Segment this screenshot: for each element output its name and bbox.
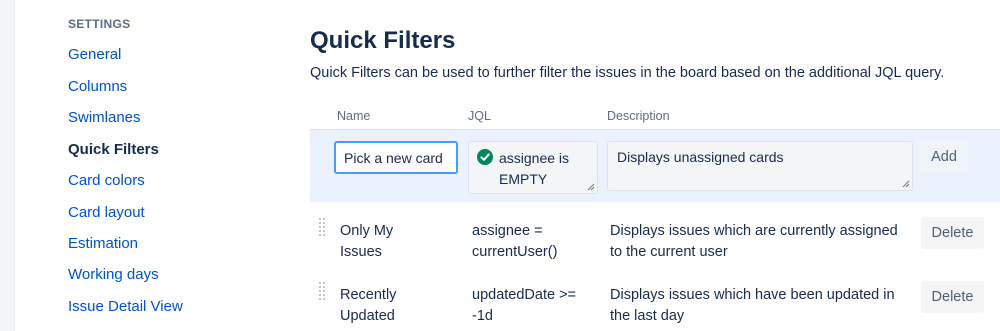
resize-handle-icon[interactable] — [586, 182, 595, 191]
delete-filter-button[interactable]: Delete — [921, 217, 984, 249]
sidebar-item-card-colors[interactable]: Card colors — [68, 172, 145, 189]
sidebar-heading: SETTINGS — [68, 17, 131, 31]
filter-description[interactable]: Displays issues which have been updated … — [610, 285, 910, 327]
check-circle-icon — [477, 149, 493, 165]
page-title: Quick Filters — [310, 27, 456, 54]
filter-row: Recently Updated updatedDate >= -1d Disp… — [310, 275, 1000, 331]
page: SETTINGS General Columns Swimlanes Quick… — [0, 0, 1000, 331]
filter-description[interactable]: Displays issues which are currently assi… — [610, 221, 910, 263]
new-filter-row: assignee is EMPTY Displays unassigned ca… — [310, 130, 1000, 202]
sidebar-item-columns[interactable]: Columns — [68, 78, 127, 95]
jql-input[interactable]: assignee is EMPTY — [468, 141, 598, 194]
sidebar-item-card-layout[interactable]: Card layout — [68, 204, 145, 221]
filter-jql[interactable]: updatedDate >= -1d — [472, 285, 592, 327]
add-filter-button[interactable]: Add — [920, 141, 968, 173]
description-input[interactable]: Displays unassigned cards — [607, 141, 913, 191]
column-header-description: Description — [607, 109, 670, 123]
delete-filter-button[interactable]: Delete — [921, 281, 984, 313]
page-description: Quick Filters can be used to further fil… — [310, 65, 945, 81]
filter-name[interactable]: Recently Updated — [340, 285, 420, 327]
filter-row: Only My Issues assignee = currentUser() … — [310, 211, 1000, 273]
filter-name-input[interactable] — [334, 141, 458, 174]
sidebar-item-issue-detail-view[interactable]: Issue Detail View — [68, 298, 183, 315]
drag-handle-icon[interactable] — [318, 281, 328, 303]
filter-name[interactable]: Only My Issues — [340, 221, 420, 263]
resize-handle-icon[interactable] — [901, 179, 910, 188]
drag-handle-icon[interactable] — [318, 217, 328, 239]
jql-input-value: assignee is EMPTY — [499, 150, 570, 187]
column-header-name: Name — [337, 109, 371, 123]
sidebar-item-swimlanes[interactable]: Swimlanes — [68, 109, 141, 126]
filter-jql[interactable]: assignee = currentUser() — [472, 221, 592, 263]
description-input-value: Displays unassigned cards — [617, 149, 784, 165]
sidebar-item-quick-filters[interactable]: Quick Filters — [68, 141, 159, 158]
sidebar-item-general[interactable]: General — [68, 46, 121, 63]
sidebar-item-estimation[interactable]: Estimation — [68, 235, 138, 252]
sidebar-edge — [0, 0, 15, 331]
sidebar-item-working-days[interactable]: Working days — [68, 266, 159, 283]
column-header-jql: JQL — [468, 109, 491, 123]
